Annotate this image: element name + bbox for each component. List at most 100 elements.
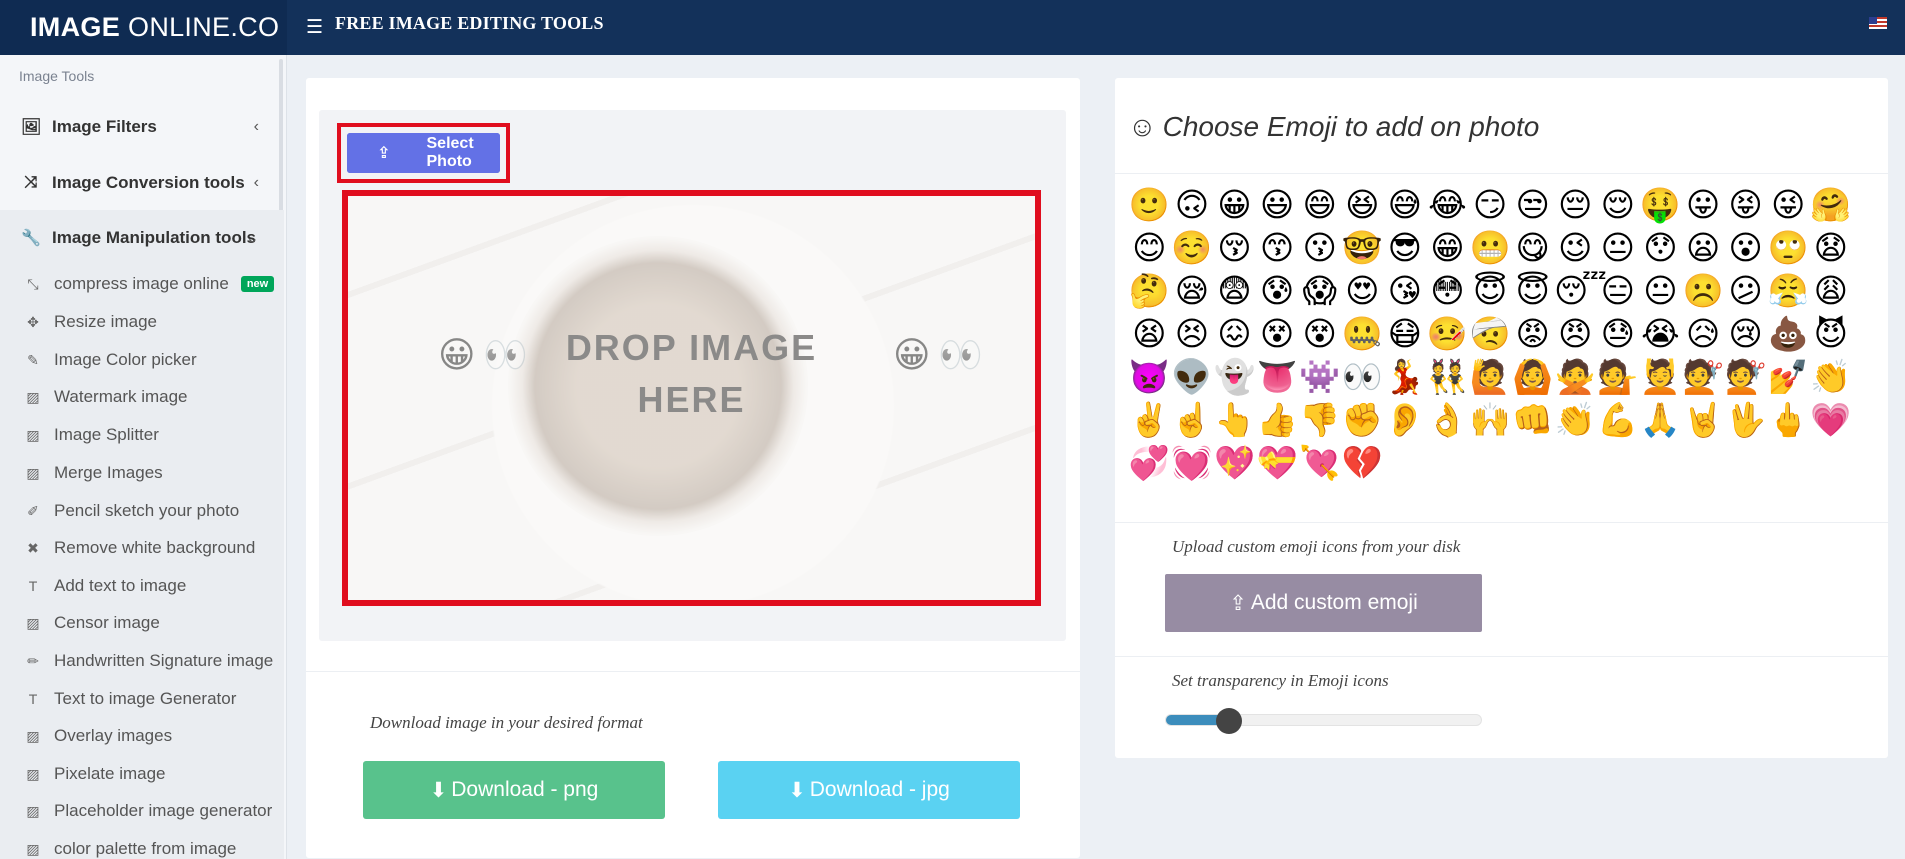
emoji-option[interactable]: 💘 — [1298, 441, 1341, 484]
emoji-option[interactable]: 💖 — [1213, 441, 1256, 484]
image-dropzone[interactable]: 😀 👀 😀 👀 DROP IMAGE HERE — [342, 190, 1041, 606]
emoji-option[interactable]: 💓 — [1171, 441, 1214, 484]
emoji-option[interactable]: 🙋 — [1469, 355, 1512, 398]
emoji-option[interactable]: 👯 — [1426, 355, 1469, 398]
emoji-option[interactable]: 😵 — [1256, 312, 1299, 355]
emoji-option[interactable]: 💗 — [1810, 398, 1853, 441]
emoji-option[interactable]: 😷 — [1384, 312, 1427, 355]
emoji-option[interactable]: 😡 — [1511, 312, 1554, 355]
emoji-option[interactable]: 😳 — [1426, 269, 1469, 312]
emoji-option[interactable]: ✊ — [1341, 398, 1384, 441]
sidebar-item-color-picker[interactable]: ✎ Image Color picker — [0, 341, 284, 379]
emoji-option[interactable]: 😩 — [1810, 269, 1853, 312]
emoji-option[interactable]: 🤘 — [1682, 398, 1725, 441]
emoji-option[interactable]: 👀 — [1341, 355, 1384, 398]
emoji-option[interactable]: 😂 — [1426, 183, 1469, 226]
emoji-option[interactable]: ☝️ — [1171, 398, 1214, 441]
emoji-option[interactable]: 😯 — [1639, 226, 1682, 269]
emoji-option[interactable]: 😪 — [1171, 269, 1214, 312]
emoji-option[interactable]: ✌️ — [1128, 398, 1171, 441]
select-photo-button[interactable]: ⇪ Select Photo — [337, 123, 510, 183]
emoji-option[interactable]: 👽 — [1171, 355, 1214, 398]
emoji-option[interactable]: 😕 — [1724, 269, 1767, 312]
emoji-option[interactable]: 😠 — [1554, 312, 1597, 355]
emoji-option[interactable]: 😮 — [1724, 226, 1767, 269]
emoji-option[interactable]: 👏 — [1554, 398, 1597, 441]
sidebar-item-text-to-image[interactable]: T Text to image Generator — [0, 680, 284, 718]
emoji-option[interactable]: 🙅 — [1554, 355, 1597, 398]
emoji-option[interactable]: 😅 — [1384, 183, 1427, 226]
emoji-option[interactable]: 🤕 — [1469, 312, 1512, 355]
sidebar-item-overlay[interactable]: ▨ Overlay images — [0, 717, 284, 755]
emoji-option[interactable]: 😓 — [1597, 312, 1640, 355]
sidebar-item-splitter[interactable]: ▨ Image Splitter — [0, 416, 284, 454]
emoji-option[interactable]: 🙏 — [1639, 398, 1682, 441]
emoji-option[interactable]: 💇 — [1682, 355, 1725, 398]
download-png-button[interactable]: ⬇ Download - png — [363, 761, 665, 819]
emoji-option[interactable]: 🙆 — [1511, 355, 1554, 398]
emoji-option[interactable]: 😖 — [1213, 312, 1256, 355]
emoji-option[interactable]: 👌 — [1426, 398, 1469, 441]
site-logo[interactable]: IMAGE ONLINE.CO — [0, 0, 287, 55]
emoji-option[interactable]: 💃 — [1384, 355, 1427, 398]
emoji-option[interactable]: 🤓 — [1341, 226, 1384, 269]
sidebar-item-resize[interactable]: ✥ Resize image — [0, 303, 284, 341]
emoji-option[interactable]: 👿 — [1128, 355, 1171, 398]
emoji-option[interactable]: ☺️ — [1171, 226, 1214, 269]
emoji-option[interactable]: 💔 — [1341, 441, 1384, 484]
emoji-option[interactable]: 👅 — [1256, 355, 1299, 398]
emoji-option[interactable]: 😬 — [1469, 226, 1512, 269]
emoji-option[interactable]: 😍 — [1341, 269, 1384, 312]
emoji-option[interactable]: 😛 — [1682, 183, 1725, 226]
sidebar-item-color-palette[interactable]: ▨ color palette from image — [0, 830, 284, 859]
emoji-option[interactable]: 😌 — [1597, 183, 1640, 226]
emoji-option[interactable]: 🤑 — [1639, 183, 1682, 226]
emoji-option[interactable]: 😋 — [1511, 226, 1554, 269]
emoji-option[interactable]: 🤐 — [1341, 312, 1384, 355]
emoji-option[interactable]: 👾 — [1298, 355, 1341, 398]
emoji-option[interactable]: 😭 — [1639, 312, 1682, 355]
emoji-option[interactable]: 😊 — [1128, 226, 1171, 269]
emoji-option[interactable]: 🙃 — [1171, 183, 1214, 226]
emoji-option[interactable]: 💞 — [1128, 441, 1171, 484]
sidebar-item-pencil-sketch[interactable]: ✐ Pencil sketch your photo — [0, 492, 284, 530]
emoji-option[interactable]: ☹️ — [1682, 269, 1725, 312]
menu-icon[interactable]: ☰ — [306, 16, 323, 39]
sidebar-item-image-manipulation[interactable]: 🔧 Image Manipulation tools ⌄ — [0, 210, 284, 265]
emoji-option[interactable]: 😣 — [1171, 312, 1214, 355]
emoji-option[interactable]: 😢 — [1724, 312, 1767, 355]
emoji-option[interactable]: 😰 — [1256, 269, 1299, 312]
emoji-option[interactable]: 😝 — [1724, 183, 1767, 226]
sidebar-item-censor[interactable]: ▨ Censor image — [0, 604, 284, 642]
emoji-option[interactable]: 😘 — [1384, 269, 1427, 312]
emoji-option[interactable]: 😧 — [1810, 226, 1853, 269]
emoji-option[interactable]: 💅 — [1767, 355, 1810, 398]
sidebar-item-remove-bg[interactable]: ✖ Remove white background — [0, 529, 284, 567]
sidebar-item-watermark[interactable]: ▨ Watermark image — [0, 378, 284, 416]
emoji-option[interactable]: 😵 — [1298, 312, 1341, 355]
sidebar-item-signature[interactable]: ✏ Handwritten Signature image — [0, 642, 284, 680]
us-flag-icon[interactable] — [1869, 17, 1887, 29]
emoji-option[interactable]: 🙄 — [1767, 226, 1810, 269]
sidebar-item-image-filters[interactable]: 🖼 Image Filters ‹ — [0, 99, 284, 154]
emoji-option[interactable]: 😁 — [1426, 226, 1469, 269]
emoji-option[interactable]: 😀 — [1213, 183, 1256, 226]
emoji-option[interactable]: 😔 — [1554, 183, 1597, 226]
sidebar-item-image-conversion[interactable]: ⤨ Image Conversion tools ‹ — [0, 155, 284, 210]
emoji-option[interactable]: 🙌 — [1469, 398, 1512, 441]
emoji-option[interactable]: 😇 — [1511, 269, 1554, 312]
emoji-option[interactable]: 👎 — [1298, 398, 1341, 441]
emoji-option[interactable]: 💇 — [1724, 355, 1767, 398]
sidebar-item-add-text[interactable]: T Add text to image — [0, 567, 284, 605]
emoji-option[interactable]: 😜 — [1767, 183, 1810, 226]
emoji-option[interactable]: 😫 — [1128, 312, 1171, 355]
emoji-option[interactable]: 😥 — [1682, 312, 1725, 355]
emoji-option[interactable]: 🤒 — [1426, 312, 1469, 355]
emoji-option[interactable]: 😦 — [1682, 226, 1725, 269]
emoji-option[interactable]: 🖖 — [1724, 398, 1767, 441]
slider-handle[interactable] — [1216, 708, 1243, 734]
transparency-slider[interactable] — [1165, 708, 1482, 734]
emoji-option[interactable]: 😨 — [1213, 269, 1256, 312]
emoji-option[interactable]: 😏 — [1469, 183, 1512, 226]
download-jpg-button[interactable]: ⬇ Download - jpg — [718, 761, 1020, 819]
